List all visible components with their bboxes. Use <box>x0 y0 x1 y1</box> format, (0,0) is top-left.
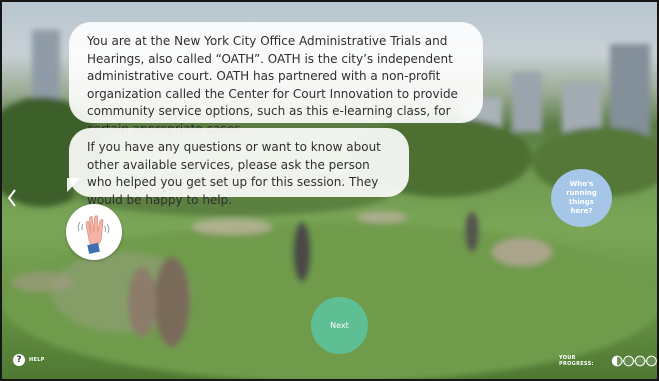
progress-step-4 <box>646 355 657 367</box>
whos-running-things-button[interactable]: Who's running things here? <box>551 169 612 227</box>
progress-steps <box>612 355 657 367</box>
narration-bubble-secondary: If you have any questions or want to kno… <box>69 128 409 207</box>
narration-bubble-main: You are at the New York City Office Admi… <box>69 22 483 136</box>
next-button[interactable]: Next <box>311 297 368 354</box>
question-mark-icon: ? <box>13 354 25 366</box>
next-button-label: Next <box>330 321 349 330</box>
progress-step-2 <box>623 355 635 367</box>
whos-running-things-label: Who's running things here? <box>566 180 597 215</box>
narrator-avatar <box>66 204 122 260</box>
waving-hand-icon <box>77 215 110 254</box>
chevron-left-icon[interactable] <box>7 188 17 208</box>
progress-indicator: YOUR PROGRESS: <box>559 353 657 369</box>
progress-step-3 <box>634 355 646 367</box>
speech-bubble-tail <box>67 178 81 192</box>
progress-label: YOUR PROGRESS: <box>559 355 594 367</box>
help-label: HELP <box>29 357 45 363</box>
help-button[interactable]: ? HELP <box>13 353 45 367</box>
lesson-frame: You are at the New York City Office Admi… <box>0 0 659 381</box>
